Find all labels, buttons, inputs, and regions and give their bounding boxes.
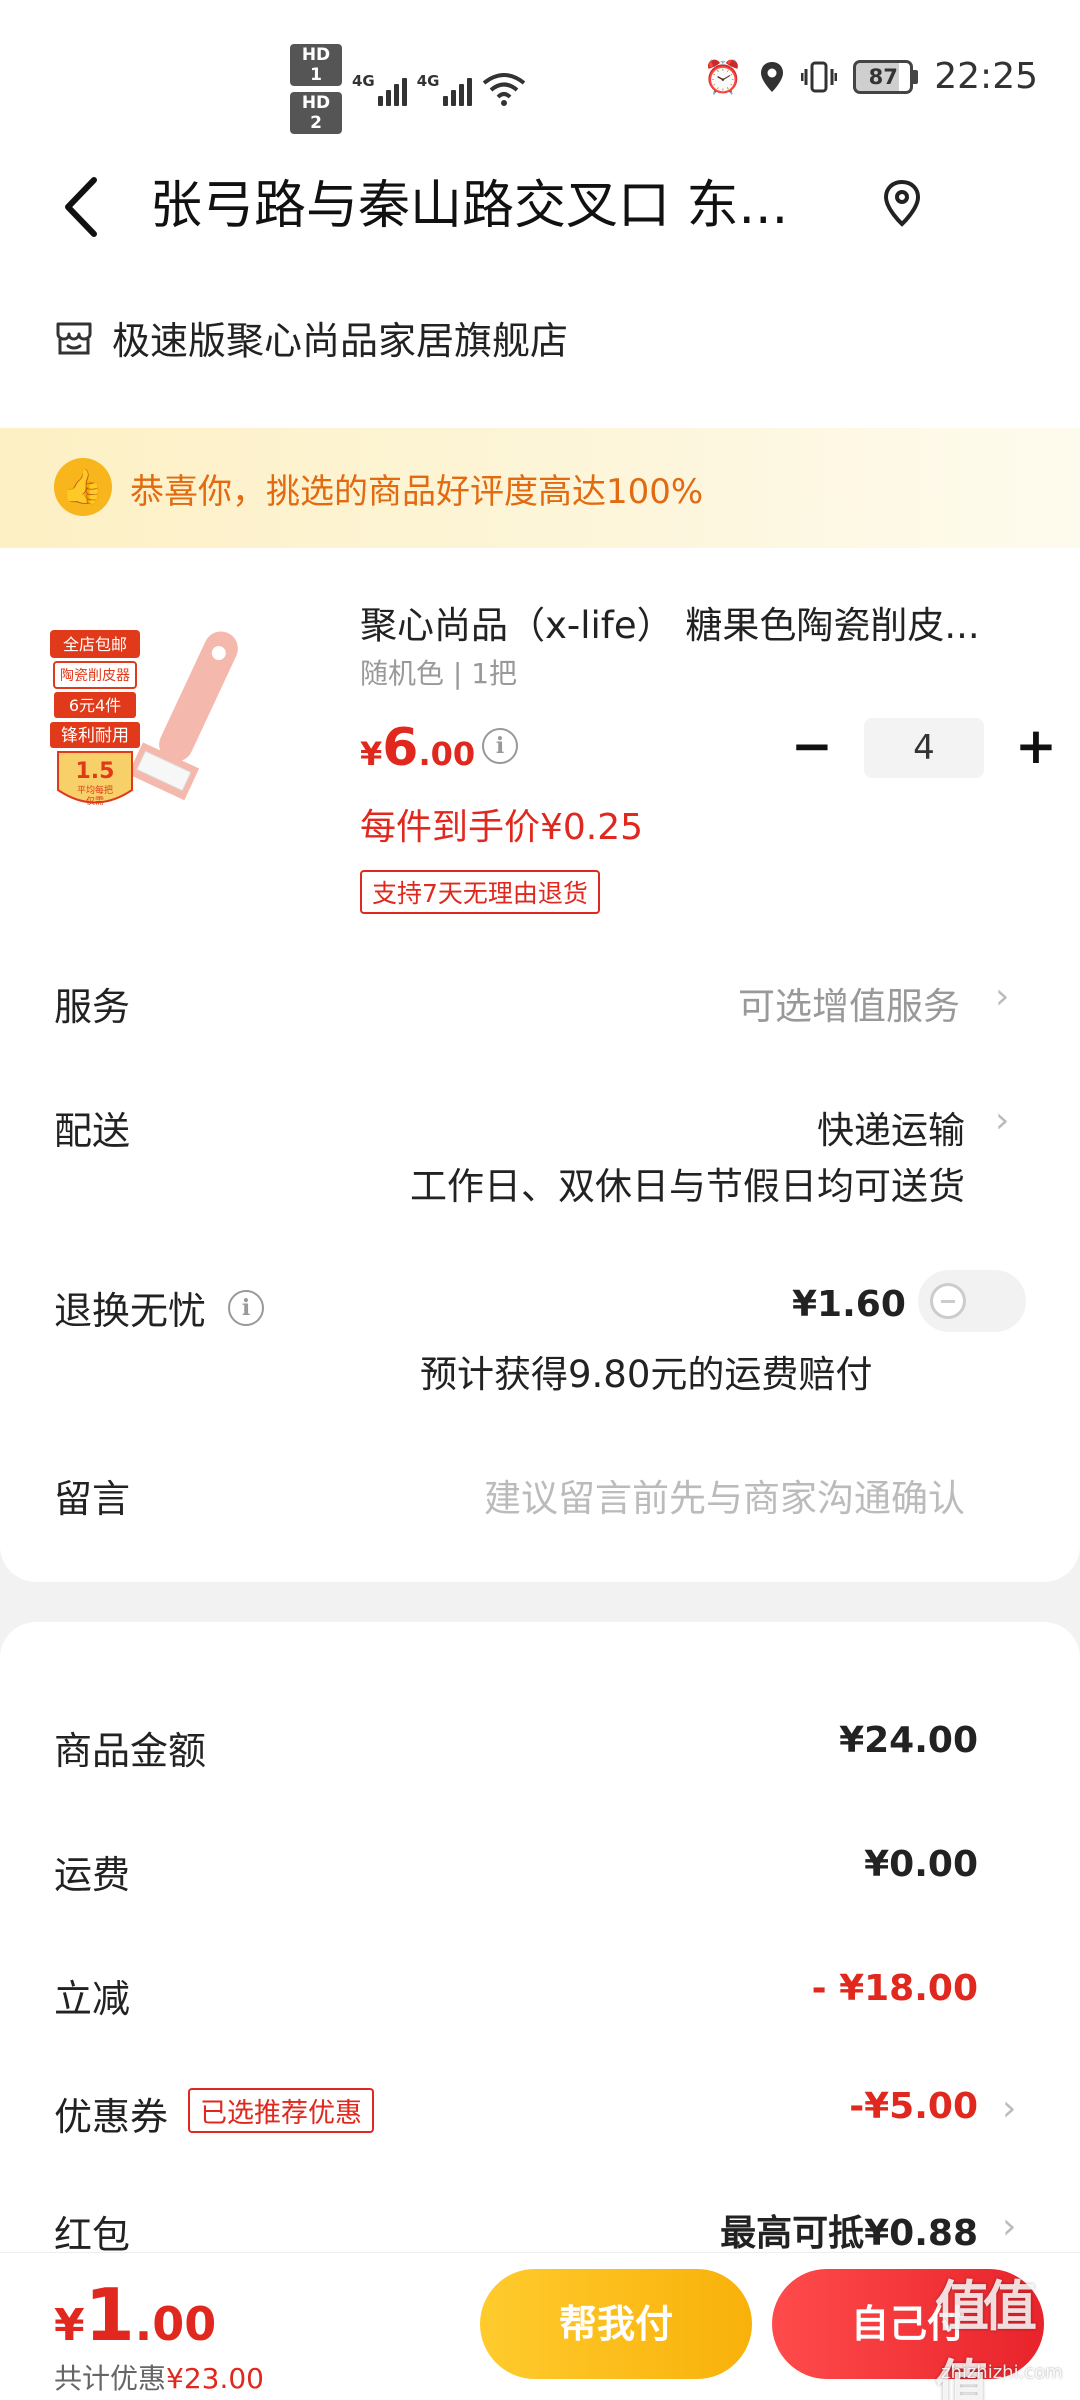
location-pin-icon[interactable] — [880, 178, 924, 230]
return-label-wrap: 退换无忧 i — [54, 1280, 265, 1335]
img-badge-6: 仅需 — [86, 795, 104, 807]
product-price: ¥6.00 — [360, 718, 475, 778]
thumbs-up-icon: 👍 — [54, 458, 112, 516]
return-info-icon[interactable]: i — [228, 1289, 265, 1326]
delivery-label: 配送 — [54, 1109, 131, 1153]
watermark-url: zhizhizhi.com — [941, 2362, 1063, 2383]
total-savings: 共计优惠¥23.00 — [54, 2357, 264, 2397]
product-spec[interactable]: 随机色 | 1把 — [360, 652, 517, 692]
redpacket-label: 红包 — [54, 2213, 131, 2257]
alarm-icon: ⏰ — [703, 57, 744, 96]
img-badge-2: 6元4件 — [69, 696, 121, 715]
increase-button[interactable]: + — [1006, 718, 1066, 778]
redpacket-amount: 最高可抵¥0.88 — [720, 2213, 978, 2254]
goods-label: 商品金额 — [54, 1729, 207, 1773]
total-currency: ¥ — [54, 2300, 85, 2351]
img-badge-5: 平均每把 — [77, 784, 113, 796]
back-arrow-icon[interactable] — [52, 172, 112, 242]
img-badge-3: 锋利耐用 — [61, 726, 129, 746]
chevron-right-icon: › — [1002, 2088, 1017, 2129]
address-title[interactable]: 张弓路与秦山路交叉口 东... — [150, 170, 840, 242]
fee-card: 商品金额 ¥24.00 运费 ¥0.00 立减 - ¥18.00 优惠券 已选推… — [0, 1622, 1080, 2262]
price-info-icon[interactable]: i — [482, 728, 518, 764]
wifi-icon — [482, 73, 525, 106]
img-badge-4: 1.5 — [76, 759, 115, 784]
delivery-value: 快递运输 — [817, 1109, 965, 1152]
shipping-label: 运费 — [54, 1853, 131, 1897]
discount-amount: - ¥18.00 — [811, 1968, 978, 2009]
network-indicators: HD 1 HD 2 4G 4G — [290, 44, 526, 134]
signal-1-icon: 4G — [352, 72, 407, 106]
return-policy-tag: 支持7天无理由退货 — [360, 870, 600, 914]
price-decimal: .00 — [418, 735, 476, 773]
discount-label: 立减 — [54, 1977, 131, 2021]
quantity-input[interactable]: 4 — [864, 718, 984, 778]
site-watermark: 值值值 zhizhizhi.com — [935, 2262, 1070, 2400]
message-input[interactable]: 建议留言前先与商家沟通确认 — [484, 1468, 965, 1522]
img-badge-1: 陶瓷削皮器 — [60, 668, 130, 684]
chevron-right-icon: › — [995, 976, 1010, 1017]
clock: 22:25 — [934, 56, 1038, 97]
img-badge-0: 全店包邮 — [63, 635, 127, 654]
battery-icon: 87 — [853, 59, 919, 94]
hd-badges: HD 1 HD 2 — [290, 44, 342, 134]
net2-label: 4G — [416, 72, 440, 90]
saved-amount: ¥23.00 — [166, 2362, 264, 2395]
price-currency: ¥ — [360, 735, 383, 773]
saved-prefix: 共计优惠 — [54, 2362, 167, 2395]
checkout-bar: ¥1.00 共计优惠¥23.00 帮我付 自己付 — [0, 2252, 1080, 2400]
product-title[interactable]: 聚心尚品（x-life） 糖果色陶瓷削皮... — [360, 595, 1020, 649]
rating-banner: 👍 恭喜你，挑选的商品好评度高达100% — [0, 428, 1080, 548]
hd2-badge: HD 2 — [290, 92, 342, 134]
return-label: 退换无忧 — [54, 1289, 207, 1333]
coupon-tag: 已选推荐优惠 — [188, 2088, 374, 2133]
store-icon — [56, 322, 92, 354]
unit-price: 每件到手价¥0.25 — [360, 807, 644, 848]
vibrate-icon — [801, 61, 838, 92]
battery-level: 87 — [853, 59, 914, 94]
return-insurance-toggle[interactable] — [918, 1270, 1026, 1332]
service-value: 可选增值服务 — [738, 985, 960, 1028]
coupon-label: 优惠券 — [54, 2095, 169, 2139]
return-price: ¥1.60 — [792, 1284, 906, 1325]
store-row[interactable]: 极速版聚心尚品家居旗舰店 — [54, 310, 568, 365]
status-right: ⏰ 87 22:25 — [703, 56, 1038, 97]
total-decimal: .00 — [134, 2297, 217, 2351]
hd1-badge: HD 1 — [290, 44, 342, 86]
coupon-amount: -¥5.00 — [849, 2086, 978, 2127]
return-sub: 预计获得9.80元的运费赔付 — [420, 1353, 873, 1396]
chevron-right-icon: › — [995, 1100, 1010, 1141]
total-integer: 1 — [84, 2273, 135, 2357]
order-card: 极速版聚心尚品家居旗舰店 👍 恭喜你，挑选的商品好评度高达100% 全店包邮 陶… — [0, 270, 1080, 1582]
status-bar: HD 1 HD 2 4G 4G ⏰ 87 22:25 — [0, 0, 1080, 150]
price-integer: 6 — [382, 718, 419, 778]
store-name: 极速版聚心尚品家居旗舰店 — [112, 319, 569, 363]
help-pay-button[interactable]: 帮我付 — [480, 2269, 752, 2379]
total-price: ¥1.00 — [54, 2273, 216, 2357]
chevron-right-icon: › — [1002, 2206, 1017, 2247]
quantity-stepper: − 4 + — [782, 718, 1066, 778]
decrease-button[interactable]: − — [782, 718, 842, 778]
signal-2-icon: 4G — [417, 72, 472, 106]
goods-amount: ¥24.00 — [839, 1720, 978, 1761]
product-image[interactable]: 全店包邮 陶瓷削皮器 6元4件 锋利耐用 1.5 平均每把 仅需 — [50, 600, 330, 850]
message-label: 留言 — [54, 1477, 131, 1521]
net1-label: 4G — [352, 72, 375, 90]
header: 张弓路与秦山路交叉口 东... — [0, 150, 1080, 270]
shipping-amount: ¥0.00 — [864, 1844, 978, 1885]
banner-text: 恭喜你，挑选的商品好评度高达100% — [130, 472, 704, 512]
location-status-icon — [761, 61, 784, 92]
service-label: 服务 — [54, 985, 131, 1029]
delivery-sub: 工作日、双休日与节假日均可送货 — [410, 1165, 965, 1208]
